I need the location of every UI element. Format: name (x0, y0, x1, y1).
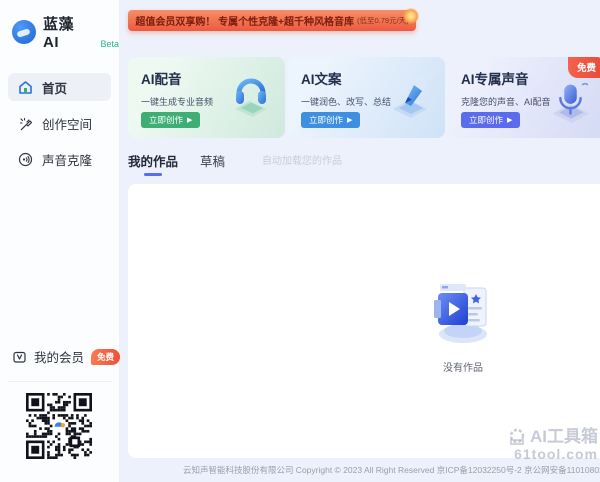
pen-illustration (381, 67, 437, 128)
headphones-illustration (221, 67, 277, 128)
create-now-label: 立即创作 (309, 114, 343, 126)
sidebar-menu: 首页 创作空间 声音克隆 (0, 73, 119, 173)
arrow-icon: ▶ (507, 116, 512, 124)
footer: 云知声智能科技股份有限公司 Copyright © 2023 All Right… (120, 464, 600, 476)
sidebar-item-label: 创作空间 (42, 114, 92, 133)
sidebar-item-voice-clone[interactable]: 声音克隆 (8, 145, 111, 173)
faint-watermark-text: 自动加载您的作品 (262, 152, 342, 167)
feature-cards: AI配音 一键生成专业音频 立即创作▶ AI文案 一键润色、改写、总结 (128, 57, 600, 138)
app-logo-icon (12, 20, 36, 44)
promo-banner[interactable]: 超值会员双享购！ 专属个性克隆+超千种风格音库 (低至0.79元/天) (128, 10, 416, 31)
membership-label: 我的会员 (34, 347, 84, 366)
app-logo[interactable]: 蓝藻 AI Beta (0, 0, 119, 51)
beta-badge: Beta (100, 39, 119, 51)
sidebar-item-label: 声音克隆 (42, 150, 92, 169)
create-now-button[interactable]: 立即创作 ▶ (141, 112, 200, 128)
tab-drafts[interactable]: 草稿 (200, 151, 225, 176)
sidebar-divider (8, 381, 112, 382)
create-now-label: 立即创作 (469, 114, 503, 126)
membership-free-badge: 免费 (91, 349, 120, 365)
empty-state-message: 没有作品 (418, 359, 508, 374)
membership-entry[interactable]: 我的会员 免费 (0, 347, 120, 366)
tab-my-works[interactable]: 我的作品 (128, 151, 178, 176)
works-panel: 没有作品 (128, 184, 600, 458)
empty-state-illustration (424, 276, 502, 346)
app-title: 蓝藻 AI (43, 13, 92, 51)
card-ai-exclusive-voice[interactable]: 免费 AI专属声音 克隆您的声音、AI配音 立即创作▶ (448, 57, 600, 138)
works-tabs: 我的作品 草稿 (128, 151, 225, 176)
empty-state: 没有作品 (418, 276, 508, 374)
arrow-icon: ▶ (187, 116, 192, 124)
qr-code-image (26, 393, 92, 459)
microphone-illustration (543, 73, 597, 132)
create-now-button[interactable]: 立即创作 ▶ (461, 112, 520, 128)
sidebar-item-label: 首页 (42, 78, 67, 97)
arrow-icon: ▶ (347, 116, 352, 124)
card-ai-copywriting[interactable]: AI文案 一键润色、改写、总结 立即创作▶ (288, 57, 445, 138)
promo-banner-price: (低至0.79元/天) (357, 15, 409, 26)
promo-banner-text: 超值会员双享购！ 专属个性克隆+超千种风格音库 (135, 13, 354, 28)
sidebar-item-workspace[interactable]: 创作空间 (8, 109, 111, 137)
sidebar-item-home[interactable]: 首页 (8, 73, 111, 101)
footer-copyright: 云知声智能科技股份有限公司 Copyright © 2023 All Right… (183, 465, 600, 475)
create-now-button[interactable]: 立即创作 ▶ (301, 112, 360, 128)
main-content: 超值会员双享购！ 专属个性克隆+超千种风格音库 (低至0.79元/天) AI配音… (120, 0, 600, 482)
magic-wand-icon (18, 116, 33, 131)
create-now-label: 立即创作 (149, 114, 183, 126)
voice-wave-icon (18, 152, 33, 167)
home-icon (18, 80, 33, 95)
qr-code (26, 393, 92, 459)
sidebar: 蓝藻 AI Beta 首页 创作空间 声音克隆 我的会员 免费 (0, 0, 120, 482)
vip-icon (12, 349, 27, 364)
firework-icon (403, 8, 419, 24)
card-ai-dubbing[interactable]: AI配音 一键生成专业音频 立即创作▶ (128, 57, 285, 138)
